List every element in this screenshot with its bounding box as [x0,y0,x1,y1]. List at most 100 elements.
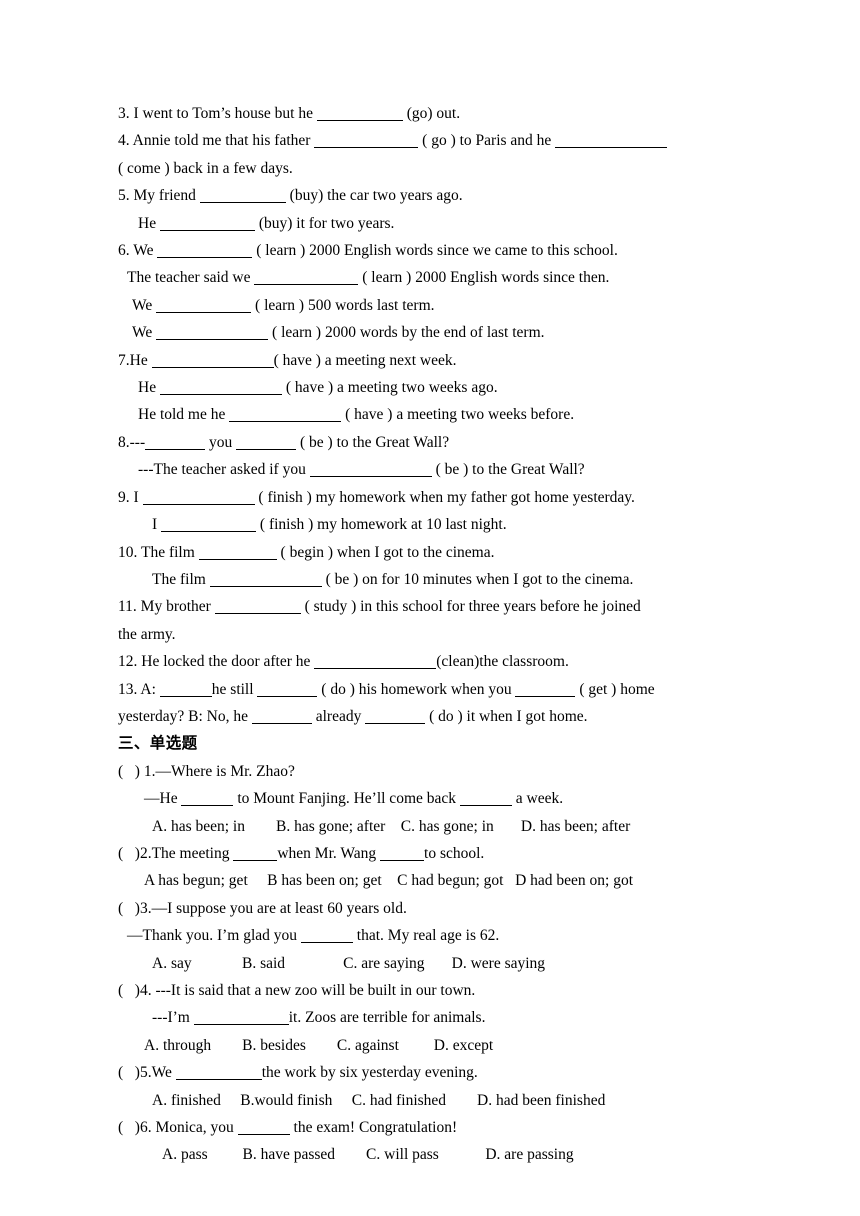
text-run: (clean)the classroom. [436,653,569,671]
text-run: you [205,433,237,451]
answer-options-row[interactable]: A. finished B.would finish C. had finish… [118,1087,732,1114]
text-run: (buy) the car two years ago. [285,187,463,205]
text-run: 7.He [118,351,152,369]
answer-blank[interactable] [159,683,212,697]
text-run: ( learn ) 2000 English words since we ca… [252,242,618,260]
text-run: ( learn ) 2000 English words since then. [358,269,610,287]
fill-in-blank-item: I ( finish ) my homework at 10 last nigh… [118,511,732,538]
text-run: to Mount Fanjing. He’ll come back [233,790,460,808]
answer-blank[interactable] [181,792,234,807]
text-run: yesterday? B: No, he [118,707,252,725]
text-run: We [132,296,157,314]
answer-blank[interactable] [214,600,301,615]
answer-blank[interactable] [229,408,342,423]
text-run: when Mr. Wang [277,844,381,862]
answer-blank[interactable] [237,1121,290,1136]
fill-in-blank-item: 5. My friend (buy) the car two years ago… [118,182,732,209]
fill-in-blank-item: 11. My brother ( study ) in this school … [118,593,732,648]
multiple-choice-question: ( ) 1.—Where is Mr. Zhao? —He to Mount Fa… [118,758,732,840]
answer-blank[interactable] [199,189,286,204]
answer-options-row[interactable]: A. through B. besides C. against D. exce… [118,1032,732,1059]
answer-blank[interactable] [314,655,437,670]
fill-in-blank-item: He ( have ) a meeting two weeks ago. [118,374,732,401]
question-stem-line: —He to Mount Fanjing. He’ll come back a … [118,785,732,812]
answer-blank[interactable] [380,847,425,861]
text-run: ( go ) to Paris and he [418,132,556,150]
answer-blank[interactable] [254,271,359,286]
answer-blank[interactable] [161,518,257,533]
text-run: the work by six yesterday evening. [261,1064,478,1082]
text-run: ( have ) a meeting two weeks ago. [281,379,498,397]
text-run: He [138,214,160,232]
answer-options-row[interactable]: A. pass B. have passed C. will pass D. a… [118,1141,732,1168]
answer-blank[interactable] [156,299,252,313]
answer-blank[interactable] [233,847,278,861]
answer-blank[interactable] [193,1011,289,1026]
fill-in-blank-item: 8.--- you ( be ) to the Great Wall? [118,429,732,456]
text-run: The film [152,570,210,588]
answer-blank[interactable] [309,463,432,478]
answer-blank[interactable] [156,326,269,341]
text-run: 6. We [118,242,158,260]
text-run: (buy) it for two years. [254,214,395,232]
text-run: ( finish ) my homework when my father go… [254,488,635,506]
fill-in-blank-item: The teacher said we ( learn ) 2000 Engli… [118,264,732,291]
document-page: 3. I went to Tom’s house but he (go) out… [0,0,860,1216]
answer-blank[interactable] [257,683,318,697]
text-run: ( be ) to the Great Wall? [296,433,450,451]
fill-in-blank-item: We ( learn ) 500 words last term. [118,292,732,319]
answer-options-row[interactable]: A. say B. said C. are saying D. were say… [118,950,732,977]
answer-blank[interactable] [300,929,353,944]
fill-in-the-blank-section: 3. I went to Tom’s house but he (go) out… [118,100,732,730]
answer-options-row[interactable]: A has begun; get B has been on; get C ha… [118,867,732,894]
answer-options-row[interactable]: A. has been; in B. has gone; after C. ha… [118,813,732,840]
text-run: ( )4. ---It is said that a new zoo will … [118,982,476,999]
fill-in-blank-item: 7.He ( have ) a meeting next week. [118,347,732,374]
text-run: ( learn ) 500 words last term. [251,296,435,314]
answer-blank[interactable] [459,792,512,807]
text-run: 9. I [118,488,143,506]
multiple-choice-question: ( )6. Monica, you the exam! Congratulati… [118,1114,732,1169]
text-run: ( ) 1.—Where is Mr. Zhao? [118,762,295,780]
text-run: that. My real age is 62. [352,927,500,945]
answer-blank[interactable] [198,546,277,560]
text-run: 13. A: [118,680,160,698]
answer-blank[interactable] [145,436,206,450]
answer-blank[interactable] [314,134,419,149]
multiple-choice-question: ( )4. ---It is said that a new zoo will … [118,977,732,1059]
answer-blank[interactable] [316,107,403,121]
answer-blank[interactable] [159,217,255,231]
answer-blank[interactable] [209,573,322,587]
fill-in-blank-item: He told me he ( have ) a meeting two wee… [118,401,732,428]
answer-blank[interactable] [515,683,576,697]
answer-blank[interactable] [151,354,274,368]
answer-blank[interactable] [251,710,312,724]
answer-blank[interactable] [142,491,255,505]
fill-in-blank-item: 13. A: he still ( do ) his homework when… [118,676,732,731]
text-run: The teacher said we [127,269,255,287]
text-run: 4. Annie told me that his father [118,132,315,150]
text-run: (go) out. [402,105,461,122]
answer-blank[interactable] [555,134,668,149]
question-stem-line: ( )4. ---It is said that a new zoo will … [118,977,732,1004]
answer-blank[interactable] [175,1066,262,1081]
answer-blank[interactable] [236,436,297,450]
text-run: ( )6. Monica, you [118,1119,238,1137]
fill-in-blank-item: 4. Annie told me that his father ( go ) … [118,127,732,182]
fill-in-blank-item: ---The teacher asked if you ( be ) to th… [118,456,732,483]
text-run: We [132,324,157,342]
text-run: ( study ) in this school for three years… [300,598,641,616]
multiple-choice-section: ( ) 1.—Where is Mr. Zhao? —He to Mount Fa… [118,758,732,1169]
question-stem-line: ( ) 1.—Where is Mr. Zhao? [118,758,732,785]
text-run: 5. My friend [118,187,200,205]
answer-blank[interactable] [365,710,426,724]
text-run: He told me he [138,406,230,424]
answer-blank[interactable] [159,381,282,396]
fill-in-blank-item: We ( learn ) 2000 words by the end of la… [118,319,732,346]
text-run: ( be ) to the Great Wall? [431,461,585,479]
item-continuation-line: the army. [118,625,176,643]
text-run: 10. The film [118,543,199,561]
text-run: the exam! Congratulation! [289,1119,458,1137]
answer-blank[interactable] [157,244,253,259]
text-run: a week. [511,790,564,808]
